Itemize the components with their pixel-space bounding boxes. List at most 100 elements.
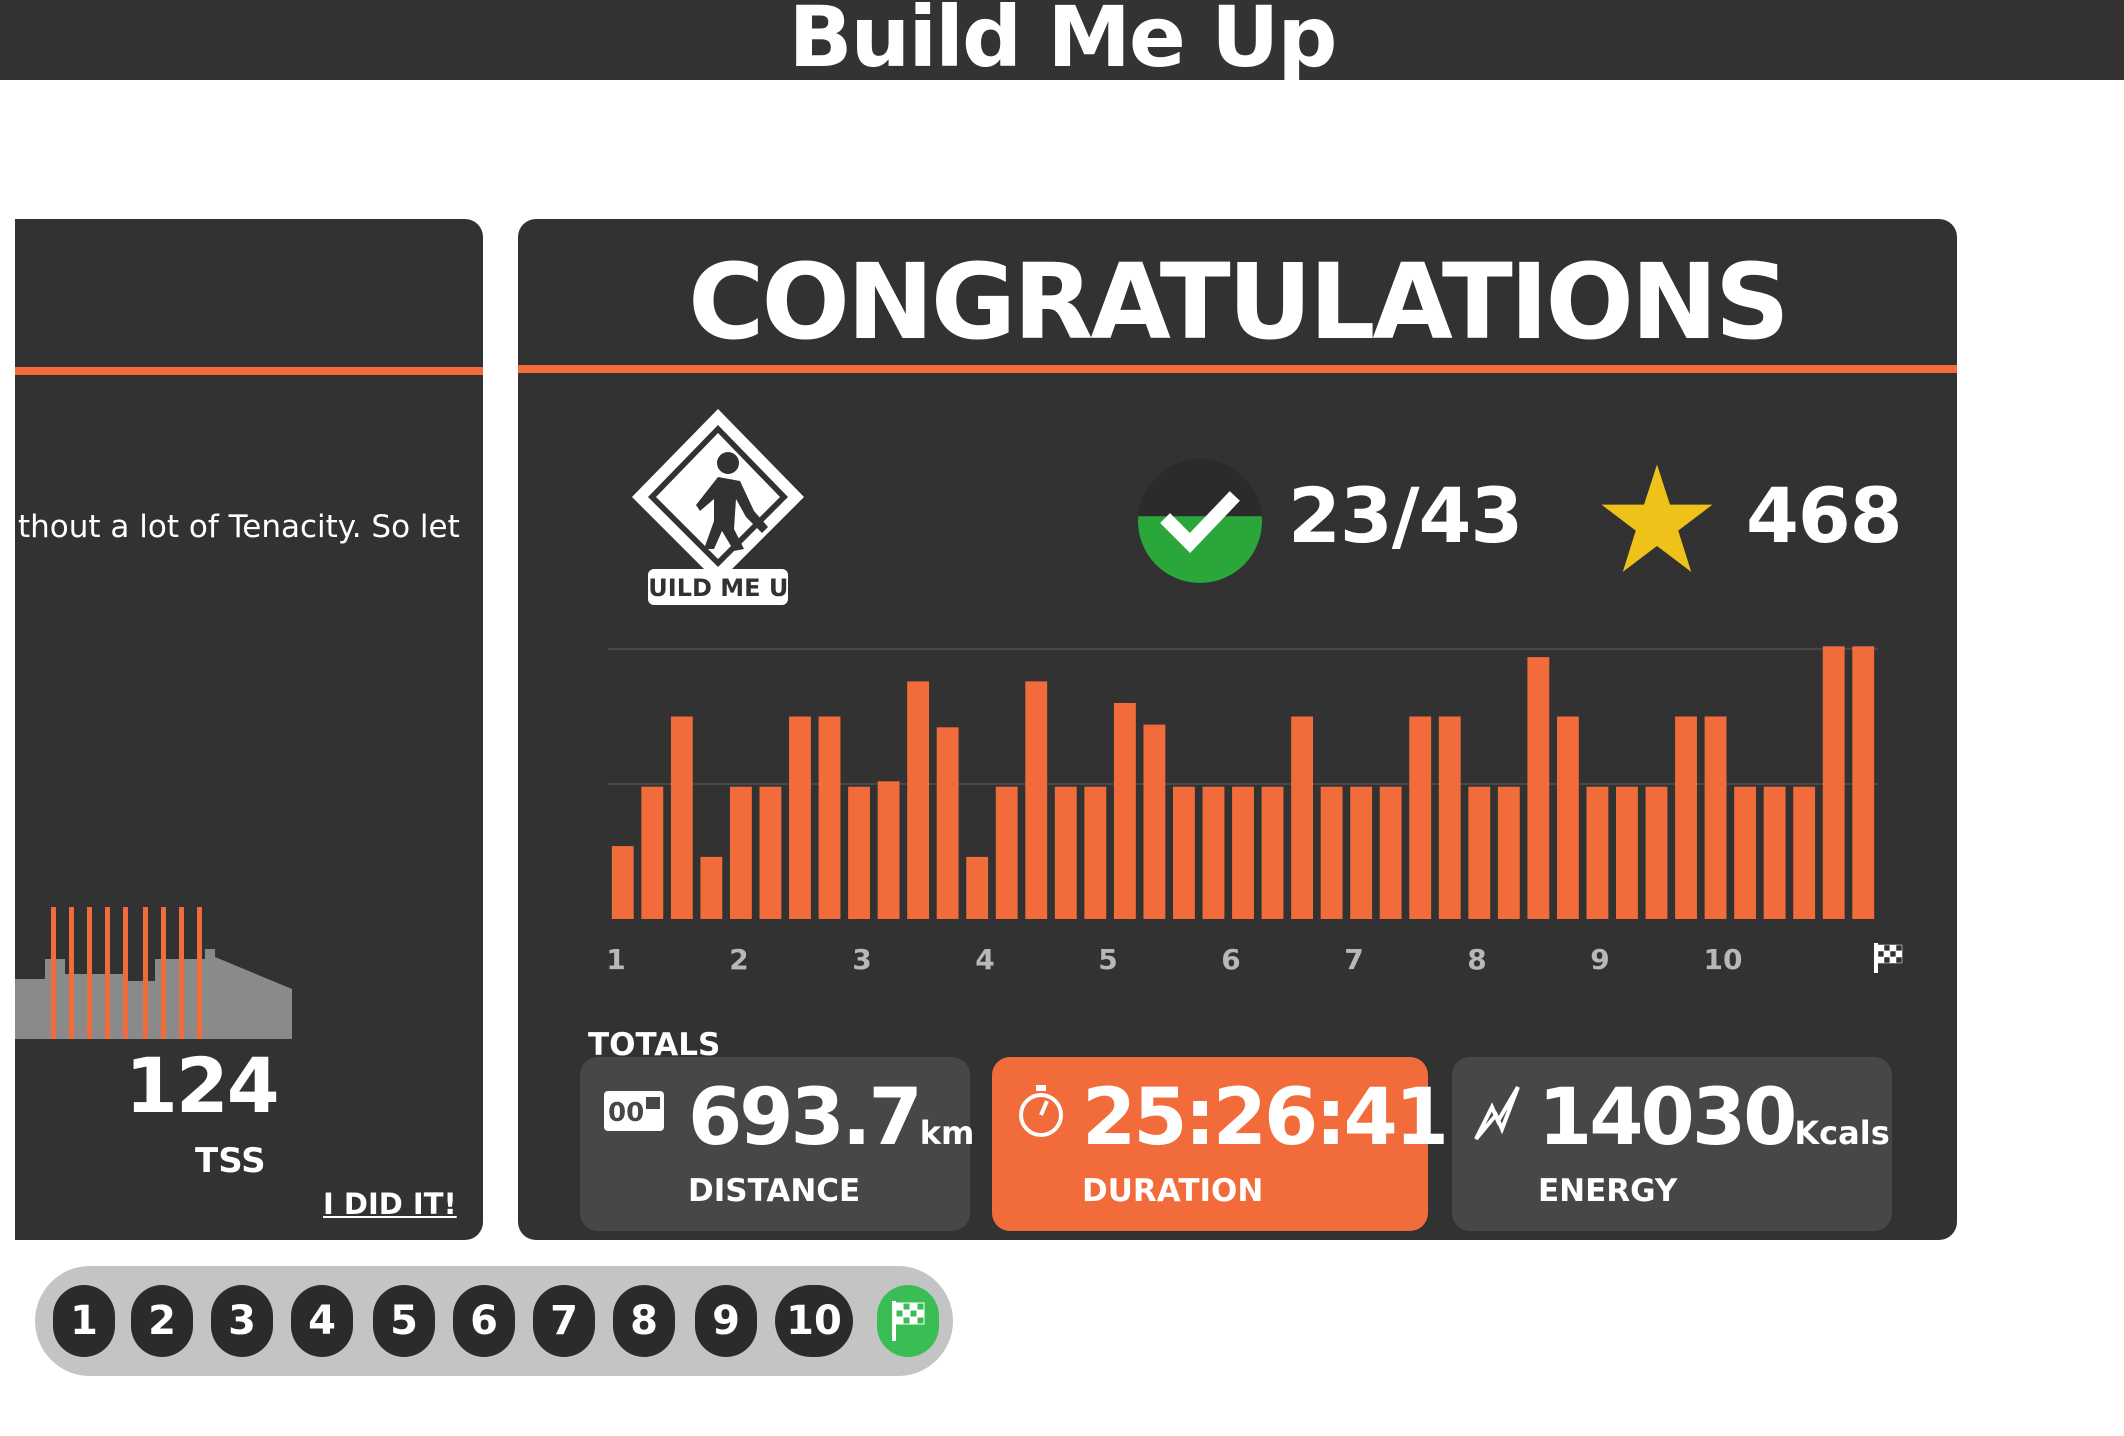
x-tick-label: 5 bbox=[1098, 943, 1117, 976]
x-tick-label: 4 bbox=[975, 943, 994, 976]
chart-bar bbox=[1025, 681, 1048, 919]
workout-interval-bar bbox=[161, 907, 166, 1039]
chart-bar bbox=[1409, 716, 1432, 919]
chart-bar bbox=[1734, 786, 1757, 919]
chart-bar bbox=[1291, 716, 1313, 919]
distance-value-line: 693.7km bbox=[688, 1073, 974, 1163]
distance-stat: 00 693.7km DISTANCE bbox=[580, 1057, 974, 1231]
chart-bar bbox=[818, 716, 841, 919]
energy-unit: Kcals bbox=[1794, 1114, 1890, 1152]
star-icon bbox=[1601, 464, 1713, 572]
workout-interval-bar bbox=[179, 907, 184, 1039]
nav-button-3[interactable]: 3 bbox=[211, 1285, 273, 1357]
svg-text:00: 00 bbox=[608, 1098, 644, 1128]
nav-button-5[interactable]: 5 bbox=[373, 1285, 435, 1357]
workout-interval-bar bbox=[51, 907, 56, 1039]
chart-bar bbox=[966, 856, 989, 919]
workout-description: thout a lot of Tenacity. So let bbox=[18, 509, 460, 545]
chart-bar bbox=[1261, 786, 1284, 919]
x-tick-label: 8 bbox=[1467, 943, 1486, 976]
previous-workout-card[interactable]: thout a lot of Tenacity. So let 124 TSS … bbox=[15, 219, 483, 1240]
card-divider bbox=[15, 367, 483, 375]
workout-interval-bar bbox=[105, 907, 110, 1039]
workout-profile-area bbox=[15, 949, 292, 1039]
chart-bar bbox=[907, 681, 930, 919]
chart-bar bbox=[1084, 786, 1107, 919]
x-tick-labels: 1 2 3 4 5 6 7 8 9 10 bbox=[606, 943, 1742, 976]
chart-bar bbox=[936, 727, 959, 919]
chart-bar bbox=[1350, 786, 1373, 919]
duration-label: DURATION bbox=[1082, 1173, 1264, 1209]
nav-button-8[interactable]: 8 bbox=[613, 1285, 675, 1357]
nav-button-9[interactable]: 9 bbox=[695, 1285, 757, 1357]
chart-bar bbox=[759, 786, 782, 919]
energy-value-line: 14030Kcals bbox=[1538, 1073, 1890, 1163]
stars-count: 468 bbox=[1746, 471, 1903, 560]
workout-interval-bars bbox=[51, 907, 202, 1039]
nav-finish-button[interactable] bbox=[877, 1285, 939, 1357]
x-tick-label: 6 bbox=[1221, 943, 1240, 976]
distance-label: DISTANCE bbox=[688, 1173, 861, 1209]
duration-value: 25:26:41 bbox=[1082, 1073, 1449, 1163]
chart-bar bbox=[1497, 786, 1520, 919]
congratulations-card: CONGRATULATIONS BUILD ME UP 23/43 468 12… bbox=[518, 219, 1957, 1240]
completion-progress-ring bbox=[1138, 459, 1262, 583]
chart-bar bbox=[1645, 786, 1668, 919]
distance-unit: km bbox=[919, 1114, 975, 1152]
finish-flag-icon bbox=[1874, 943, 1903, 973]
x-tick-label: 7 bbox=[1344, 943, 1363, 976]
workout-interval-bar bbox=[87, 907, 92, 1039]
chart-bar bbox=[1527, 657, 1550, 919]
x-tick-label: 9 bbox=[1590, 943, 1609, 976]
stopwatch-icon bbox=[1019, 1085, 1063, 1137]
lightning-icon bbox=[1474, 1085, 1520, 1141]
workout-interval-bar bbox=[69, 907, 74, 1039]
chart-bar bbox=[1054, 786, 1077, 919]
workout-profile-chart bbox=[15, 907, 292, 1039]
title-bar: Build Me Up bbox=[0, 0, 2124, 86]
x-tick-label: 1 bbox=[606, 943, 625, 976]
nav-button-7[interactable]: 7 bbox=[533, 1285, 595, 1357]
chart-bar bbox=[848, 786, 870, 919]
energy-stat: 14030Kcals ENERGY bbox=[1452, 1057, 1892, 1231]
chart-bar bbox=[611, 846, 634, 919]
construction-worker-sign-icon: BUILD ME UP bbox=[630, 409, 806, 605]
chart-bar bbox=[641, 786, 664, 919]
nav-button-6[interactable]: 6 bbox=[453, 1285, 515, 1357]
x-tick-label: 2 bbox=[729, 943, 748, 976]
workout-interval-bar bbox=[143, 907, 148, 1039]
chart-bar bbox=[1675, 716, 1697, 919]
chart-bar bbox=[1704, 716, 1727, 919]
chart-bar bbox=[1852, 646, 1875, 919]
progress-count: 23/43 bbox=[1288, 471, 1523, 560]
tss-label: TSS bbox=[195, 1141, 266, 1181]
chart-bar bbox=[1173, 786, 1195, 919]
finish-flag-icon bbox=[892, 1301, 925, 1341]
chart-bar bbox=[1320, 786, 1343, 919]
chart-bar bbox=[1793, 786, 1816, 919]
card-divider bbox=[518, 365, 1957, 373]
chart-bar bbox=[729, 786, 752, 919]
tss-value: 124 bbox=[125, 1041, 280, 1130]
chart-bars bbox=[611, 646, 1875, 919]
odometer-icon: 00 bbox=[604, 1091, 664, 1131]
i-did-it-link[interactable]: I DID IT! bbox=[323, 1187, 457, 1221]
distance-value: 693.7 bbox=[688, 1073, 923, 1163]
workout-interval-bar bbox=[123, 907, 128, 1039]
nav-button-10[interactable]: 10 bbox=[775, 1285, 853, 1357]
nav-button-4[interactable]: 4 bbox=[291, 1285, 353, 1357]
chart-bar bbox=[1232, 786, 1254, 919]
chart-bar bbox=[1763, 786, 1786, 919]
chart-bar bbox=[995, 786, 1018, 919]
chart-bar bbox=[1556, 716, 1579, 919]
energy-value: 14030 bbox=[1538, 1073, 1797, 1163]
nav-button-1[interactable]: 1 bbox=[53, 1285, 115, 1357]
workout-navigation: 1 2 3 4 5 6 7 8 9 10 bbox=[35, 1266, 953, 1376]
chart-bar bbox=[877, 781, 900, 919]
workout-bar-chart: 1 2 3 4 5 6 7 8 9 10 bbox=[606, 646, 1903, 976]
badge-label: BUILD ME UP bbox=[630, 574, 806, 602]
chart-bar bbox=[789, 716, 811, 919]
nav-button-2[interactable]: 2 bbox=[131, 1285, 193, 1357]
x-tick-label: 10 bbox=[1704, 943, 1743, 976]
congratulations-heading: CONGRATULATIONS bbox=[688, 241, 1790, 363]
